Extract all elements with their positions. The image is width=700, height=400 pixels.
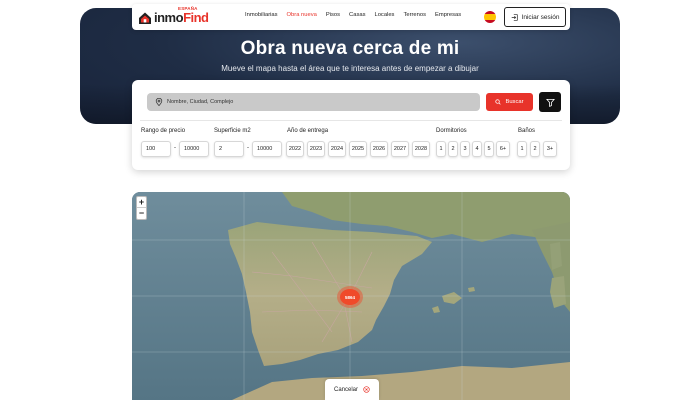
card-divider [140, 120, 562, 121]
year-chip[interactable]: 2023 [307, 141, 325, 157]
search-field[interactable] [147, 93, 480, 111]
area-max-input[interactable]: 10000 [252, 141, 282, 157]
login-button[interactable]: Iniciar sesión [504, 7, 566, 27]
cancel-button[interactable]: Cancelar [325, 379, 379, 400]
year-chip[interactable]: 2022 [286, 141, 304, 157]
year-label: Año de entrega [287, 128, 329, 134]
year-chip[interactable]: 2026 [370, 141, 388, 157]
search-button-label: Buscar [505, 99, 524, 105]
bedrooms-chip[interactable]: 6+ [496, 141, 510, 157]
year-chip[interactable]: 2028 [412, 141, 430, 157]
top-header: ESPAÑA inmoFind Inmobiliarias Obra nueva… [132, 4, 570, 30]
price-range-label: Rango de precio [141, 128, 186, 134]
filter-button[interactable] [539, 92, 561, 112]
house-logo-icon [139, 12, 151, 24]
year-chip[interactable]: 2025 [349, 141, 367, 157]
search-icon [495, 99, 502, 105]
spain-flag-icon[interactable] [484, 11, 496, 23]
map-cluster-marker[interactable]: 5864 [340, 289, 360, 305]
main-nav: Inmobiliarias Obra nueva Pisos Casas Loc… [245, 12, 461, 18]
area-min-input[interactable]: 2 [214, 141, 244, 157]
area-label: Superficie m2 [214, 128, 251, 134]
price-max-input[interactable]: 10000 [179, 141, 209, 157]
zoom-controls: + − [136, 196, 147, 220]
page-title: Obra nueva cerca de mi [240, 38, 460, 59]
nav-empresas[interactable]: Empresas [435, 12, 461, 18]
bathrooms-label: Baños [518, 128, 536, 134]
logo-text: inmoFind [154, 11, 209, 25]
search-card: Buscar Rango de precio 100 - 10000 Super… [132, 80, 570, 170]
funnel-icon [545, 98, 555, 107]
bedrooms-chip[interactable]: 3 [460, 141, 470, 157]
bathrooms-chip[interactable]: 1 [517, 141, 527, 157]
price-min-input[interactable]: 100 [141, 141, 171, 157]
bedrooms-chip[interactable]: 5 [484, 141, 494, 157]
nav-pisos[interactable]: Pisos [326, 12, 340, 18]
search-input[interactable] [167, 99, 467, 105]
logo-brand-main: inmo [154, 10, 184, 25]
bedrooms-chip[interactable]: 4 [472, 141, 482, 157]
login-icon [511, 13, 518, 21]
login-label: Iniciar sesión [521, 13, 560, 21]
map-view[interactable]: + − 5864 Cancelar [132, 192, 570, 400]
zoom-in-button[interactable]: + [137, 197, 146, 208]
year-chip[interactable]: 2024 [328, 141, 346, 157]
bedrooms-chip[interactable]: 1 [436, 141, 446, 157]
cancel-label: Cancelar [333, 386, 358, 393]
close-circle-icon [363, 386, 370, 393]
area-dash: - [247, 145, 249, 151]
zoom-out-button[interactable]: − [137, 208, 146, 219]
bathrooms-chip[interactable]: 2 [530, 141, 540, 157]
page-subtitle: Mueve el mapa hasta el área que te inter… [221, 64, 479, 73]
nav-obra-nueva[interactable]: Obra nueva [287, 12, 317, 18]
logo-brand-accent: Find [183, 10, 209, 25]
location-pin-icon [155, 98, 163, 106]
bathrooms-chip[interactable]: 3+ [543, 141, 557, 157]
nav-terrenos[interactable]: Terrenos [403, 12, 426, 18]
price-dash: - [174, 145, 176, 151]
bedrooms-chip[interactable]: 2 [448, 141, 458, 157]
bedrooms-label: Dormitorios [436, 128, 467, 134]
nav-locales[interactable]: Locales [374, 12, 394, 18]
search-button[interactable]: Buscar [486, 93, 533, 111]
nav-casas[interactable]: Casas [349, 12, 365, 18]
year-chip[interactable]: 2027 [391, 141, 409, 157]
brand-logo[interactable]: ESPAÑA inmoFind [138, 6, 214, 28]
nav-inmobiliarias[interactable]: Inmobiliarias [245, 12, 278, 18]
